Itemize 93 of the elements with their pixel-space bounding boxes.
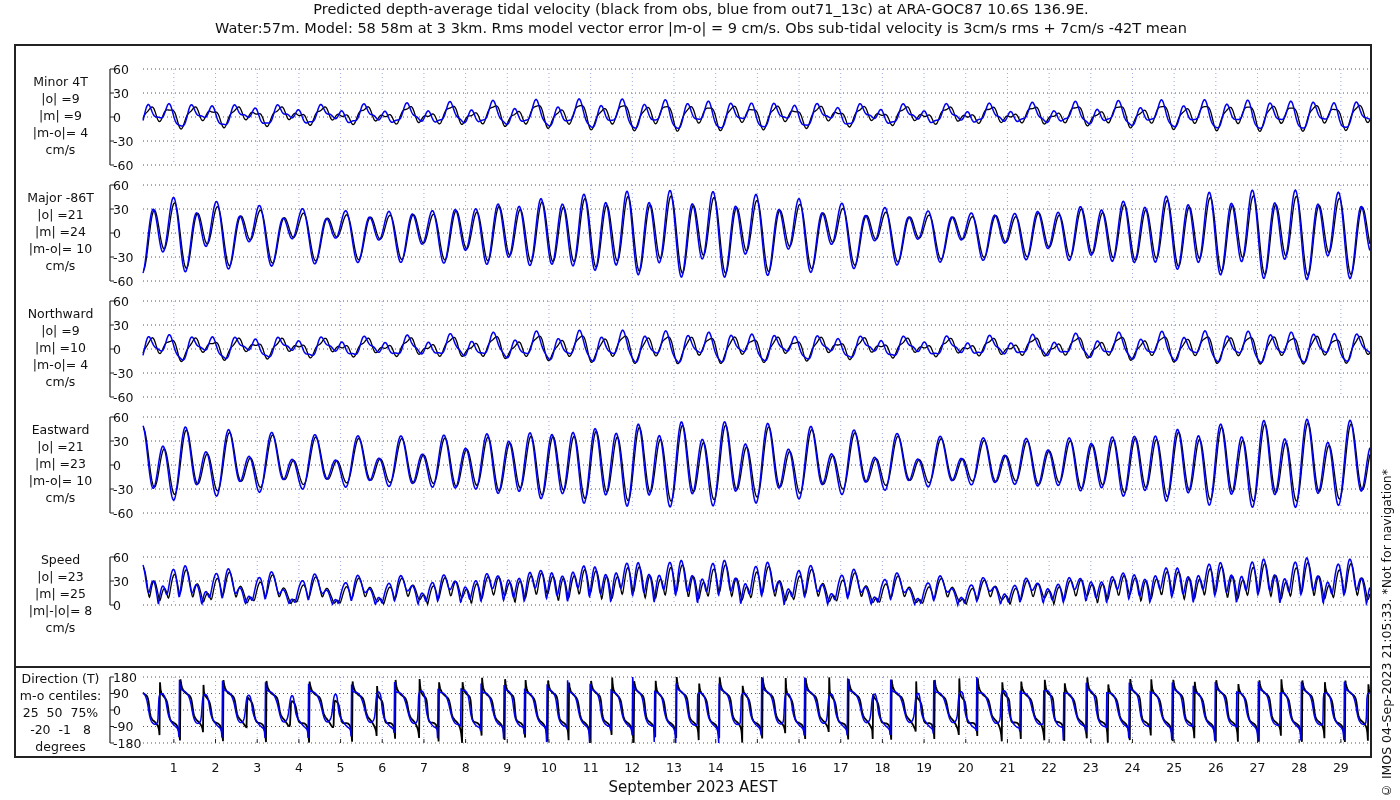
axis-tick-label: 2: [211, 760, 220, 775]
axis-tick-label: 5: [336, 760, 345, 775]
axis-tick-label: -60: [113, 157, 134, 173]
axis-tick-label: 22: [1041, 760, 1058, 775]
panel-label: Minor 4T: [33, 72, 88, 90]
panel-label: |m-o|= 4: [32, 355, 89, 373]
axis-tick-label: 0: [113, 109, 121, 125]
panel-label: |m| =23: [35, 454, 86, 472]
panel-label: Northward: [27, 304, 94, 322]
panel-label: |m-o|= 10: [28, 471, 93, 489]
axis-tick-label: -180: [113, 735, 142, 751]
axis-tick-label: 24: [1124, 760, 1141, 775]
axis-tick-label: 0: [113, 341, 121, 357]
panel-label: cm/s: [45, 372, 76, 390]
axis-tick-label: 30: [113, 317, 129, 333]
axis-tick-label: 21: [999, 760, 1016, 775]
panel-label: |m-o|= 4: [32, 123, 89, 141]
axis-tick-label: 29: [1332, 760, 1349, 775]
panel-label: |o| =9: [41, 89, 80, 107]
axis-tick-label: 0: [113, 225, 121, 241]
axis-tick-label: 12: [624, 760, 641, 775]
axis-tick-label: 20: [957, 760, 974, 775]
axis-tick-label: 13: [666, 760, 682, 775]
axis-tick-label: -30: [113, 481, 134, 497]
panel-label: cm/s: [45, 256, 76, 274]
panel-label: Major -86T: [27, 188, 94, 206]
panel-label: cm/s: [45, 619, 76, 636]
panel-label: |o| =21: [37, 437, 84, 455]
axis-tick-label: 3: [253, 760, 262, 775]
axis-tick-label: 60: [113, 549, 129, 565]
axis-tick-label: 60: [113, 293, 129, 309]
axis-tick-label: 60: [113, 409, 129, 425]
axis-tick-label: 30: [113, 573, 129, 589]
axis-tick-label: 6: [378, 760, 387, 775]
axis-tick-label: 30: [113, 85, 129, 101]
axis-tick-label: 26: [1207, 760, 1224, 775]
axis-tick-label: 0: [113, 597, 121, 613]
axis-tick-label: 27: [1249, 760, 1266, 775]
axis-tick-label: 8: [461, 760, 470, 775]
axis-tick-label: 15: [749, 760, 766, 775]
panel-label: Eastward: [31, 420, 90, 438]
axis-tick-label: 60: [113, 177, 129, 193]
axis-tick-label: 1: [169, 760, 178, 775]
axis-tick-label: -60: [113, 273, 134, 289]
axis-tick-label: 60: [113, 61, 129, 77]
axis-tick-label: 10: [541, 760, 557, 775]
axis-tick-label: 14: [707, 760, 724, 775]
panel-label: |m| =9: [39, 106, 82, 124]
axis-tick-label: 18: [874, 760, 891, 775]
panel-label: 25 50 75%: [22, 703, 99, 721]
axis-tick-label: 19: [916, 760, 933, 775]
axis-tick-label: 7: [419, 760, 428, 775]
axis-tick-label: 30: [113, 433, 129, 449]
panel-label: Direction (T): [21, 669, 100, 687]
panel-label: |o| =21: [37, 205, 84, 223]
axis-tick-label: 25: [1166, 760, 1183, 775]
axis-tick-label: -90: [113, 719, 134, 734]
axis-tick-label: -30: [113, 249, 134, 265]
axis-label: September 2023 AEST: [608, 778, 778, 796]
axis-tick-label: 16: [791, 760, 807, 775]
panel-label: |m| =25: [35, 585, 86, 602]
axis-tick-label: -60: [113, 389, 134, 405]
axis-tick-label: 180: [113, 669, 137, 685]
panel-label: cm/s: [45, 488, 76, 506]
axis-tick-label: 9: [503, 760, 512, 775]
panel-label: |o| =23: [37, 568, 84, 585]
panel-label: m-o centiles:: [19, 686, 102, 704]
axis-tick-label: 11: [582, 760, 599, 775]
y-axis: [109, 556, 115, 606]
axis-tick-label: 30: [113, 201, 129, 217]
axis-tick-label: 4: [294, 760, 303, 775]
plot-title: Predicted depth-average tidal velocity (black from obs, blue from out71_13c) at ARA-GOC87 10.6S 136.9E.: [313, 0, 1089, 19]
panel-label: Speed: [40, 551, 81, 568]
y-axis: [109, 676, 115, 744]
axis-tick-label: 28: [1291, 760, 1308, 775]
axis-tick-label: -30: [113, 133, 134, 149]
panel-label: degrees: [35, 737, 86, 755]
axis-tick-label: 0: [113, 457, 121, 473]
axis-tick-label: -30: [113, 365, 134, 381]
panel-label: -20 -1 8: [30, 720, 91, 738]
axis-tick-label: 17: [832, 760, 849, 775]
panel-label: |m|-|o|= 8: [28, 602, 93, 619]
credit-text: © IMOS 04-Sep-2023 21:05:33. *Not for navigation*: [1378, 468, 1394, 798]
plot-title: Water:57m. Model: 58 58m at 3 3km. Rms model vector error |m-o| = 9 cm/s. Obs sub-tidal velocity is 3cm/s rms + 7cm/s -42T mean: [215, 19, 1187, 38]
axis-tick-label: 23: [1082, 760, 1099, 775]
panel-label: cm/s: [45, 140, 76, 158]
axis-tick-label: 0: [113, 702, 121, 718]
panel-label: |m| =24: [35, 222, 86, 240]
panel-label: |m| =10: [35, 338, 86, 356]
panel-label: |o| =9: [41, 321, 80, 339]
panel-label: |m-o|= 10: [28, 239, 93, 257]
axis-tick-label: -60: [113, 505, 134, 521]
axis-tick-label: 90: [113, 686, 129, 701]
